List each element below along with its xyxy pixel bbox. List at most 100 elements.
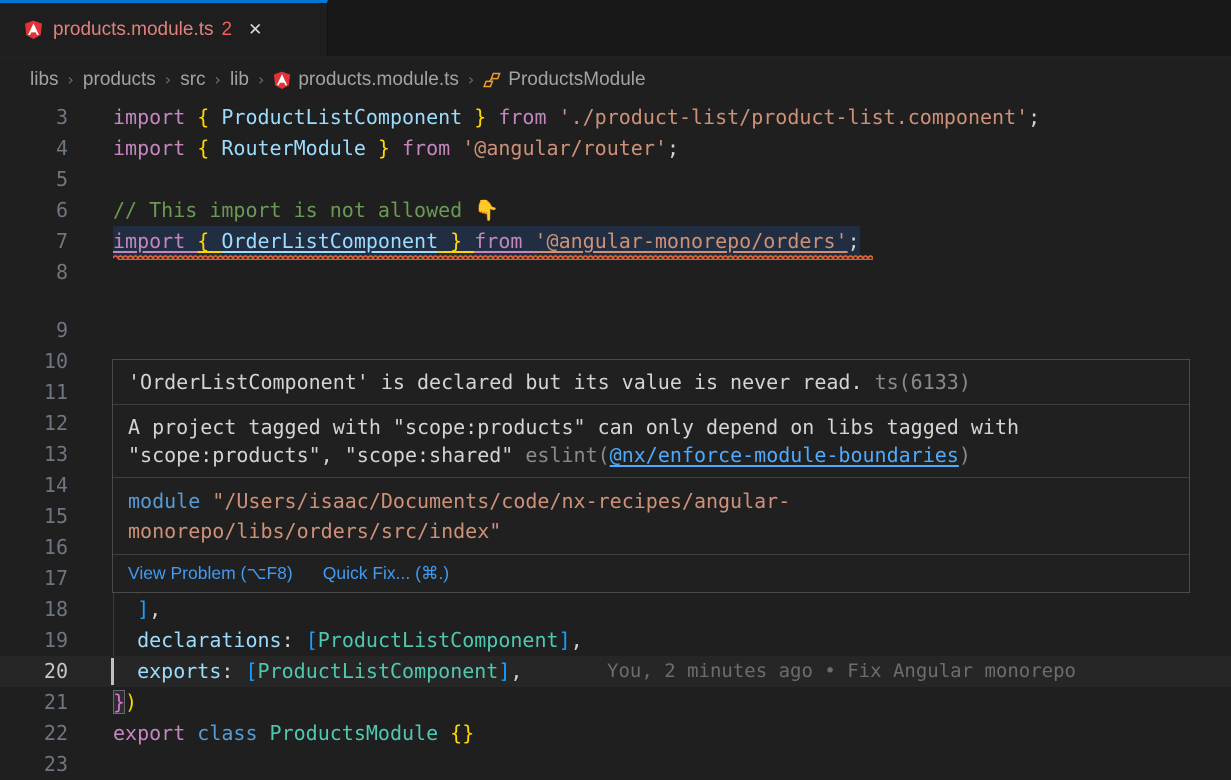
code-line-7[interactable]: 7 import { OrderListComponent } from '@an… (0, 226, 1231, 257)
code-token (113, 628, 137, 652)
breadcrumb-item-productsmodule[interactable]: ProductsModule (483, 69, 645, 91)
module-path-line2: monorepo/libs/orders/src/index" (128, 519, 501, 543)
code-line-18[interactable]: 18 ], (0, 594, 1231, 625)
code-token: } (113, 690, 125, 714)
line-number[interactable]: 19 (0, 625, 68, 656)
code-token: '@angular/router' (462, 136, 667, 160)
code-token: {} (450, 721, 474, 745)
breadcrumb-label: lib (230, 69, 249, 91)
code-token: ; (667, 136, 679, 160)
code-token: [ (306, 628, 318, 652)
line-number[interactable]: 7 (0, 226, 68, 257)
line-content[interactable]: import { RouterModule } from '@angular/r… (113, 133, 679, 164)
code-token: } (366, 136, 402, 160)
chevron-right-icon: › (68, 70, 74, 89)
code-line-23[interactable]: 23 (0, 749, 1231, 780)
breadcrumb-label: products (83, 69, 156, 91)
line-number[interactable]: 22 (0, 718, 68, 749)
line-number[interactable]: 6 (0, 195, 68, 226)
line-number[interactable]: 14 (0, 470, 68, 501)
code-token: RouterModule (221, 136, 366, 160)
code-token: , (149, 597, 161, 621)
line-number[interactable]: 11 (0, 377, 68, 408)
breadcrumb-label: libs (30, 69, 59, 91)
view-problem-button[interactable]: View Problem (⌥F8) (128, 563, 293, 584)
breadcrumb-item-src[interactable]: src (180, 69, 205, 91)
line-number[interactable]: 12 (0, 408, 68, 439)
angular-icon (24, 20, 43, 39)
line-number[interactable]: 18 (0, 594, 68, 625)
code-token (113, 597, 137, 621)
line-number[interactable]: 3 (0, 102, 68, 133)
line-content[interactable]: export class ProductsModule {} (113, 718, 474, 749)
code-token: ; (848, 229, 860, 253)
breadcrumb-item-lib[interactable]: lib (230, 69, 249, 91)
line-number[interactable]: 20 (0, 656, 68, 687)
eslint-source-close: ) (959, 443, 971, 467)
code-token: { (197, 136, 221, 160)
tab-problem-count: 2 (222, 19, 233, 41)
quick-fix-button[interactable]: Quick Fix... (⌘.) (323, 563, 449, 584)
line-number[interactable]: 23 (0, 749, 68, 780)
eslint-source-open: eslint( (525, 443, 609, 467)
module-path-line1: "/Users/isaac/Documents/code/nx-recipes/… (212, 489, 790, 513)
code-line-6[interactable]: 6 // This import is not allowed 👇 (0, 195, 1231, 226)
code-token: , (510, 659, 522, 683)
code-line-21[interactable]: 21}) (0, 687, 1231, 718)
code-line-22[interactable]: 22 export class ProductsModule {} (0, 718, 1231, 749)
git-blame-annotation: You, 2 minutes ago • Fix Angular monorep… (607, 656, 1076, 687)
eslint-message-line2: "scope:products", "scope:shared" (128, 443, 513, 467)
breadcrumb-label: ProductsModule (508, 69, 645, 91)
breadcrumb-item-libs[interactable]: libs (30, 69, 59, 91)
line-number[interactable]: 10 (0, 346, 68, 377)
code-line-4[interactable]: 4 import { RouterModule } from '@angular/… (0, 133, 1231, 164)
line-number[interactable]: 8 (0, 257, 68, 288)
line-number[interactable]: 16 (0, 532, 68, 563)
code-token: ] (559, 628, 571, 652)
eslint-rule-link[interactable]: @nx/enforce-module-boundaries (610, 443, 959, 467)
line-content[interactable]: import { ProductListComponent } from './… (113, 102, 1040, 133)
hover-ts-section: 'OrderListComponent' is declared but its… (113, 360, 1189, 405)
code-token: ProductListComponent (221, 105, 462, 129)
code-line-3[interactable]: 3 import { ProductListComponent } from '.… (0, 102, 1231, 133)
line-content[interactable]: }) (113, 687, 137, 718)
line-number[interactable]: 4 (0, 133, 68, 164)
code-token: '@angular-monorepo/orders' (534, 229, 847, 253)
line-number[interactable]: 17 (0, 563, 68, 594)
tab-close-icon[interactable]: ✕ (248, 20, 262, 40)
line-number[interactable]: 21 (0, 687, 68, 718)
code-line-20[interactable]: 20 exports: [ProductListComponent],You, … (0, 656, 1231, 687)
code-line-5[interactable]: 5 (0, 164, 1231, 195)
line-content[interactable]: import { OrderListComponent } from '@ang… (113, 226, 860, 257)
code-token: [ (245, 659, 257, 683)
line-content[interactable]: ], (113, 594, 161, 625)
line-content[interactable]: declarations: [ProductListComponent], (113, 625, 583, 656)
line-content[interactable]: exports: [ProductListComponent],You, 2 m… (113, 656, 522, 687)
hover-eslint-section: A project tagged with "scope:products" c… (113, 405, 1189, 478)
code-token (113, 659, 137, 683)
editor-spacer (0, 288, 1231, 315)
code-line-19[interactable]: 19 declarations: [ProductListComponent], (0, 625, 1231, 656)
ts-error-code-text: ts(6133) (875, 370, 971, 394)
code-line-9[interactable]: 9 (0, 315, 1231, 346)
line-number[interactable]: 9 (0, 315, 68, 346)
line-content[interactable]: // This import is not allowed 👇 (113, 195, 499, 226)
tab-title: products.module.ts (53, 19, 214, 41)
code-token: , (571, 628, 583, 652)
breadcrumb-item-products-module-ts[interactable]: products.module.ts (273, 69, 459, 91)
code-token: import (113, 229, 197, 253)
code-line-8[interactable]: 8 (0, 257, 1231, 288)
code-token: import (113, 136, 197, 160)
code-token: from (402, 136, 462, 160)
code-token: ] (498, 659, 510, 683)
line-number[interactable]: 13 (0, 439, 68, 470)
code-token: ProductListComponent (258, 659, 499, 683)
breadcrumb-item-products[interactable]: products (83, 69, 156, 91)
ts-error-message: 'OrderListComponent' is declared but its… (128, 370, 863, 394)
tab-products-module[interactable]: products.module.ts 2 ✕ (0, 0, 328, 56)
angular-icon (273, 71, 291, 89)
line-number[interactable]: 15 (0, 501, 68, 532)
code-token: ProductListComponent (318, 628, 559, 652)
code-editor[interactable]: 3 import { ProductListComponent } from '.… (0, 102, 1231, 780)
line-number[interactable]: 5 (0, 164, 68, 195)
